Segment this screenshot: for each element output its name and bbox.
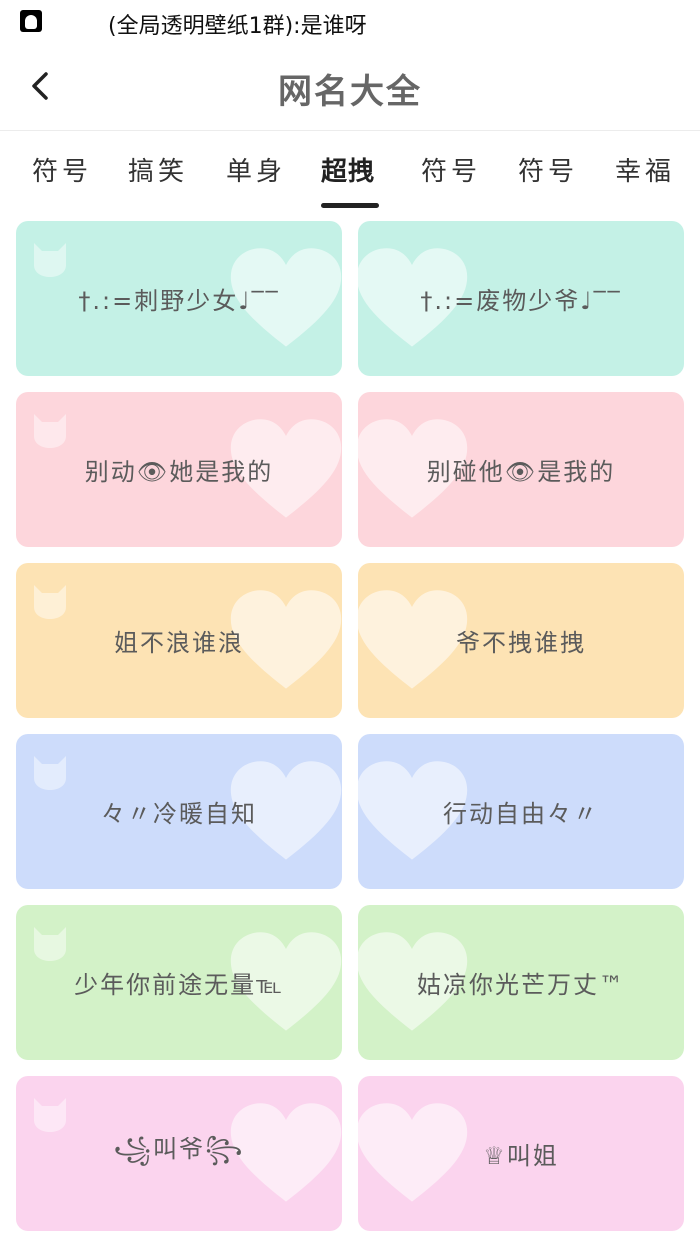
nickname-card[interactable]: 爷不拽谁拽 xyxy=(358,563,684,718)
nickname-text: 姐不浪谁浪 xyxy=(114,629,244,657)
nickname-card[interactable]: †.:=废物少爷♩‾‾ xyxy=(358,221,684,376)
status-bar: (全局透明壁纸1群):是谁呀 xyxy=(0,0,700,46)
category-tabs: 符号 搞笑 单身 超拽 符号 符号 幸福 xyxy=(0,131,700,213)
header: 网名大全 xyxy=(0,46,700,131)
tab-chaozhuai[interactable]: 超拽 xyxy=(321,151,375,188)
nickname-card[interactable]: ꧁叫爷꧂ xyxy=(16,1076,342,1231)
nickname-card[interactable]: 行动自由々〃 xyxy=(358,734,684,889)
nickname-text: 别动👁她是我的 xyxy=(84,458,274,486)
nickname-text: 爷不拽谁拽 xyxy=(456,629,586,657)
nickname-text: 别碰他👁是我的 xyxy=(426,458,616,486)
nickname-text: ꧁叫爷꧂ xyxy=(113,1134,245,1163)
tab-fuhao-1[interactable]: 符号 xyxy=(32,151,92,188)
nickname-card[interactable]: 别碰他👁是我的 xyxy=(358,392,684,547)
nickname-card[interactable]: 姐不浪谁浪 xyxy=(16,563,342,718)
nickname-card[interactable]: 别动👁她是我的 xyxy=(16,392,342,547)
active-tab-indicator xyxy=(321,203,379,208)
nickname-text: 少年你前途无量℡ xyxy=(74,971,284,999)
nickname-text: †.:=刺野少女♩‾‾ xyxy=(78,287,280,315)
nickname-text: 々〃冷暖自知 xyxy=(101,800,257,828)
nickname-card[interactable]: ♕叫姐 xyxy=(358,1076,684,1231)
nickname-text: 行动自由々〃 xyxy=(443,800,599,828)
tab-danshen[interactable]: 单身 xyxy=(226,151,286,188)
nickname-text: †.:=废物少爷♩‾‾ xyxy=(420,287,622,315)
tab-xingfu[interactable]: 幸福 xyxy=(615,151,675,188)
nickname-text: 姑凉你光芒万丈™ xyxy=(417,971,625,999)
tab-fuhao-3[interactable]: 符号 xyxy=(518,151,578,188)
nickname-text: ♕叫姐 xyxy=(483,1142,559,1170)
nickname-card[interactable]: 少年你前途无量℡ xyxy=(16,905,342,1060)
nickname-card[interactable]: †.:=刺野少女♩‾‾ xyxy=(16,221,342,376)
page-title: 网名大全 xyxy=(278,72,422,112)
qq-icon xyxy=(20,10,42,32)
notification-text: (全局透明壁纸1群):是谁呀 xyxy=(108,14,367,39)
tab-fuhao-2[interactable]: 符号 xyxy=(421,151,481,188)
tab-gaoxiao[interactable]: 搞笑 xyxy=(128,151,188,188)
nickname-card[interactable]: 々〃冷暖自知 xyxy=(16,734,342,889)
nickname-card[interactable]: 姑凉你光芒万丈™ xyxy=(358,905,684,1060)
